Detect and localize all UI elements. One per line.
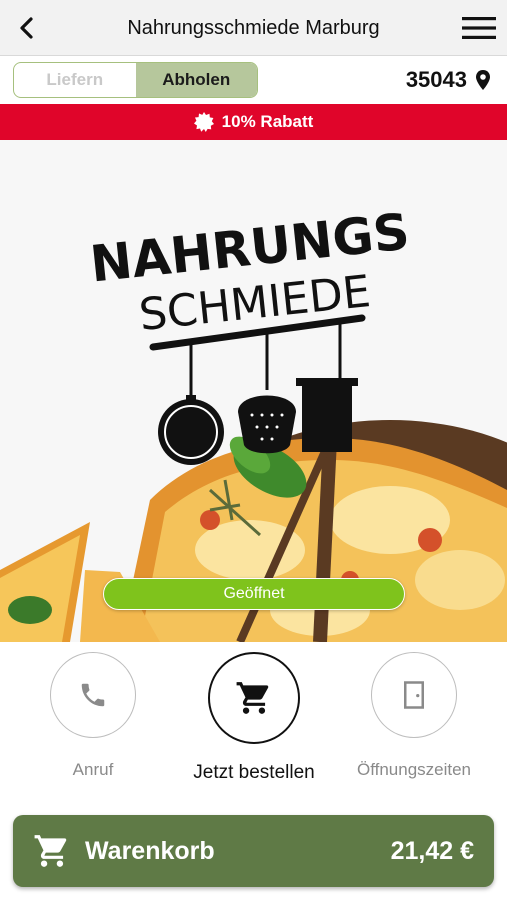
order-label: Jetzt bestellen bbox=[193, 762, 315, 783]
delivery-mode-toggle: Liefern Abholen bbox=[13, 62, 258, 98]
discount-banner: 10% Rabatt bbox=[0, 104, 507, 140]
order-action[interactable]: Jetzt bestellen bbox=[179, 652, 329, 784]
opening-hours-button[interactable] bbox=[371, 652, 457, 738]
shopping-cart-icon bbox=[236, 682, 269, 714]
zip-selector[interactable]: 35043 bbox=[406, 62, 491, 98]
opening-hours-action[interactable]: Öffnungszeiten bbox=[339, 652, 489, 780]
pickup-option[interactable]: Abholen bbox=[135, 63, 257, 97]
order-mode-bar: Liefern Abholen 35043 bbox=[0, 57, 507, 103]
restaurant-hero-image: NAHRUNGS SCHMIEDE Geöffnet bbox=[0, 140, 507, 642]
deliver-option[interactable]: Liefern bbox=[14, 63, 136, 97]
badge-icon bbox=[193, 112, 214, 132]
call-action[interactable]: Anruf bbox=[18, 652, 168, 780]
app-header: Nahrungsschmiede Marburg bbox=[0, 0, 507, 56]
phone-icon bbox=[81, 683, 105, 707]
zip-code: 35043 bbox=[405, 67, 467, 92]
opening-hours-label: Öffnungszeiten bbox=[356, 760, 472, 779]
cart-label: Warenkorb bbox=[85, 836, 215, 865]
discount-text: 10% Rabatt bbox=[221, 112, 314, 131]
shopping-cart-icon bbox=[34, 835, 67, 867]
call-button[interactable] bbox=[50, 652, 136, 738]
map-pin-icon bbox=[476, 70, 490, 90]
call-label: Anruf bbox=[72, 760, 114, 779]
open-status-badge: Geöffnet bbox=[103, 578, 405, 610]
action-row: Anruf Jetzt bestellen Öffnungszeiten bbox=[0, 642, 507, 802]
hero-illustration: NAHRUNGS SCHMIEDE bbox=[0, 140, 507, 642]
cart-total: 21,42 € bbox=[390, 836, 474, 865]
menu-button[interactable] bbox=[459, 12, 499, 44]
chevron-left-icon bbox=[20, 17, 33, 39]
order-now-button[interactable] bbox=[208, 652, 300, 744]
hamburger-menu-icon bbox=[462, 17, 496, 39]
page-title: Nahrungsschmiede Marburg bbox=[127, 17, 380, 39]
cart-button[interactable]: Warenkorb 21,42 € bbox=[13, 815, 494, 887]
door-icon bbox=[404, 681, 424, 709]
back-button[interactable] bbox=[10, 12, 44, 44]
